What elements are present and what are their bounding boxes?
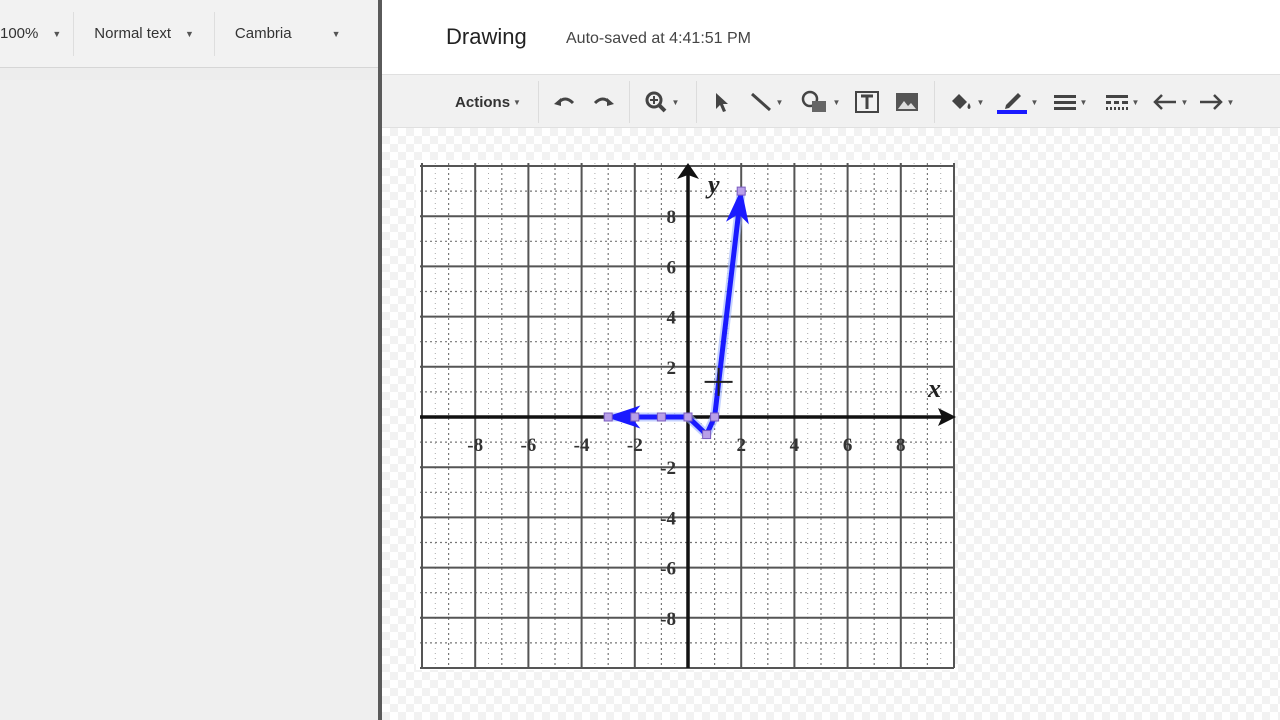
toolbar-divider — [629, 81, 630, 123]
shape-tool[interactable]: ▼ — [794, 75, 846, 129]
font-select[interactable]: Cambria ▼ — [215, 0, 361, 67]
line-dash-button[interactable]: ▼ — [1098, 75, 1146, 129]
paragraph-style-select[interactable]: Normal text ▼ — [74, 0, 214, 67]
x-tick-label: -4 — [574, 435, 590, 456]
redo-icon — [593, 97, 614, 106]
x-tick-label: -6 — [520, 435, 536, 456]
y-tick-label: -8 — [660, 609, 676, 630]
textbox-tool[interactable] — [848, 75, 886, 129]
actions-label: Actions — [455, 93, 511, 111]
y-tick-label: 8 — [667, 207, 677, 228]
x-tick-label: 4 — [790, 435, 800, 456]
y-tick-label: 4 — [667, 308, 677, 329]
redo-button[interactable] — [586, 75, 620, 129]
x-tick-label: 8 — [896, 435, 906, 456]
x-tick-label: -8 — [467, 435, 483, 456]
vertex-handle — [603, 412, 613, 422]
line-end-icon — [1199, 94, 1223, 110]
chevron-down-icon: ▼ — [832, 97, 841, 107]
select-icon — [716, 93, 728, 112]
line-weight-icon — [1053, 95, 1076, 110]
line-color-button[interactable]: ▼ — [992, 75, 1042, 129]
shape-icon — [801, 90, 826, 112]
y-tick-label: -2 — [660, 458, 676, 479]
line-end-button[interactable]: ▼ — [1194, 75, 1238, 129]
y-axis-label: y — [705, 170, 720, 199]
dialog-title: Drawing — [446, 24, 527, 49]
chevron-down-icon: ▼ — [1180, 97, 1189, 107]
y-tick-label: -4 — [660, 508, 676, 529]
zoom-icon — [645, 91, 666, 113]
vertex-handle — [736, 186, 746, 196]
y-tick-label: 2 — [667, 358, 677, 379]
line-tool[interactable]: ▼ — [740, 75, 792, 129]
paragraph-style-value: Normal text — [94, 25, 171, 42]
fill-color-icon — [951, 94, 971, 109]
vertex-handle — [710, 412, 720, 422]
chevron-down-icon: ▼ — [775, 97, 784, 107]
line-dash-icon — [1105, 95, 1128, 110]
select-tool[interactable] — [706, 75, 738, 129]
docs-toolbar: 100% ▼ Normal text ▼ Cambria ▼ — [0, 0, 380, 68]
chevron-down-icon: ▼ — [1079, 97, 1088, 107]
line-weight-button[interactable]: ▼ — [1046, 75, 1094, 129]
vertex-handle — [656, 412, 666, 422]
line-color-icon — [996, 93, 1027, 114]
x-tick-label: 6 — [843, 435, 853, 456]
line-icon — [750, 92, 771, 112]
fill-color-button[interactable]: ▼ — [942, 75, 990, 129]
toolbar-divider — [538, 81, 539, 123]
vertex-handle — [630, 412, 640, 422]
undo-icon — [554, 97, 575, 106]
drawing-canvas[interactable]: -8 -6 -4 -2 2 4 6 8 8 6 4 2 -2 -4 -6 -8 x y — [382, 128, 1280, 720]
y-tick-label: -6 — [660, 559, 676, 580]
chevron-down-icon: ▼ — [52, 28, 62, 39]
chevron-down-icon: ▼ — [671, 97, 680, 107]
line-start-icon — [1152, 94, 1176, 110]
drawing-dialog: Drawing Auto-saved at 4:41:51 PM Actions… — [378, 0, 1280, 720]
line-start-button[interactable]: ▼ — [1148, 75, 1192, 129]
dialog-header: Drawing Auto-saved at 4:41:51 PM — [382, 0, 1280, 74]
coordinate-graph[interactable]: -8 -6 -4 -2 2 4 6 8 8 6 4 2 -2 -4 -6 -8 x y — [382, 128, 1280, 720]
zoom-button[interactable]: ▼ — [638, 75, 686, 129]
image-icon — [896, 93, 918, 111]
y-tick-label: 6 — [667, 257, 677, 278]
toolbar-divider — [934, 81, 935, 123]
drawing-toolbar: Actions ▼ ▼ ▼ ▼ ▼ ▼ ▼ ▼ ▼ ▼ — [382, 74, 1280, 128]
vertex-handle — [702, 430, 712, 440]
chevron-down-icon: ▼ — [513, 97, 521, 107]
chevron-down-icon: ▼ — [184, 28, 194, 39]
undo-button[interactable] — [548, 75, 582, 129]
autosave-status: Auto-saved at 4:41:51 PM — [566, 30, 751, 47]
toolbar-divider — [696, 81, 697, 123]
zoom-select[interactable]: 100% ▼ — [0, 0, 73, 67]
chevron-down-icon: ▼ — [1131, 97, 1140, 107]
image-tool[interactable] — [888, 75, 926, 129]
vertex-handle — [683, 412, 693, 422]
chevron-down-icon: ▼ — [1226, 97, 1235, 107]
document-area — [0, 68, 380, 720]
chevron-down-icon: ▼ — [331, 28, 341, 39]
x-tick-label: -2 — [627, 435, 643, 456]
actions-menu[interactable]: Actions ▼ — [448, 75, 528, 129]
chevron-down-icon: ▼ — [976, 97, 985, 107]
chevron-down-icon: ▼ — [1030, 97, 1039, 107]
font-value: Cambria — [234, 25, 292, 42]
zoom-value: 100% — [0, 25, 39, 42]
x-tick-label: 2 — [736, 435, 746, 456]
textbox-icon — [855, 91, 879, 113]
x-axis-label: x — [927, 374, 941, 403]
